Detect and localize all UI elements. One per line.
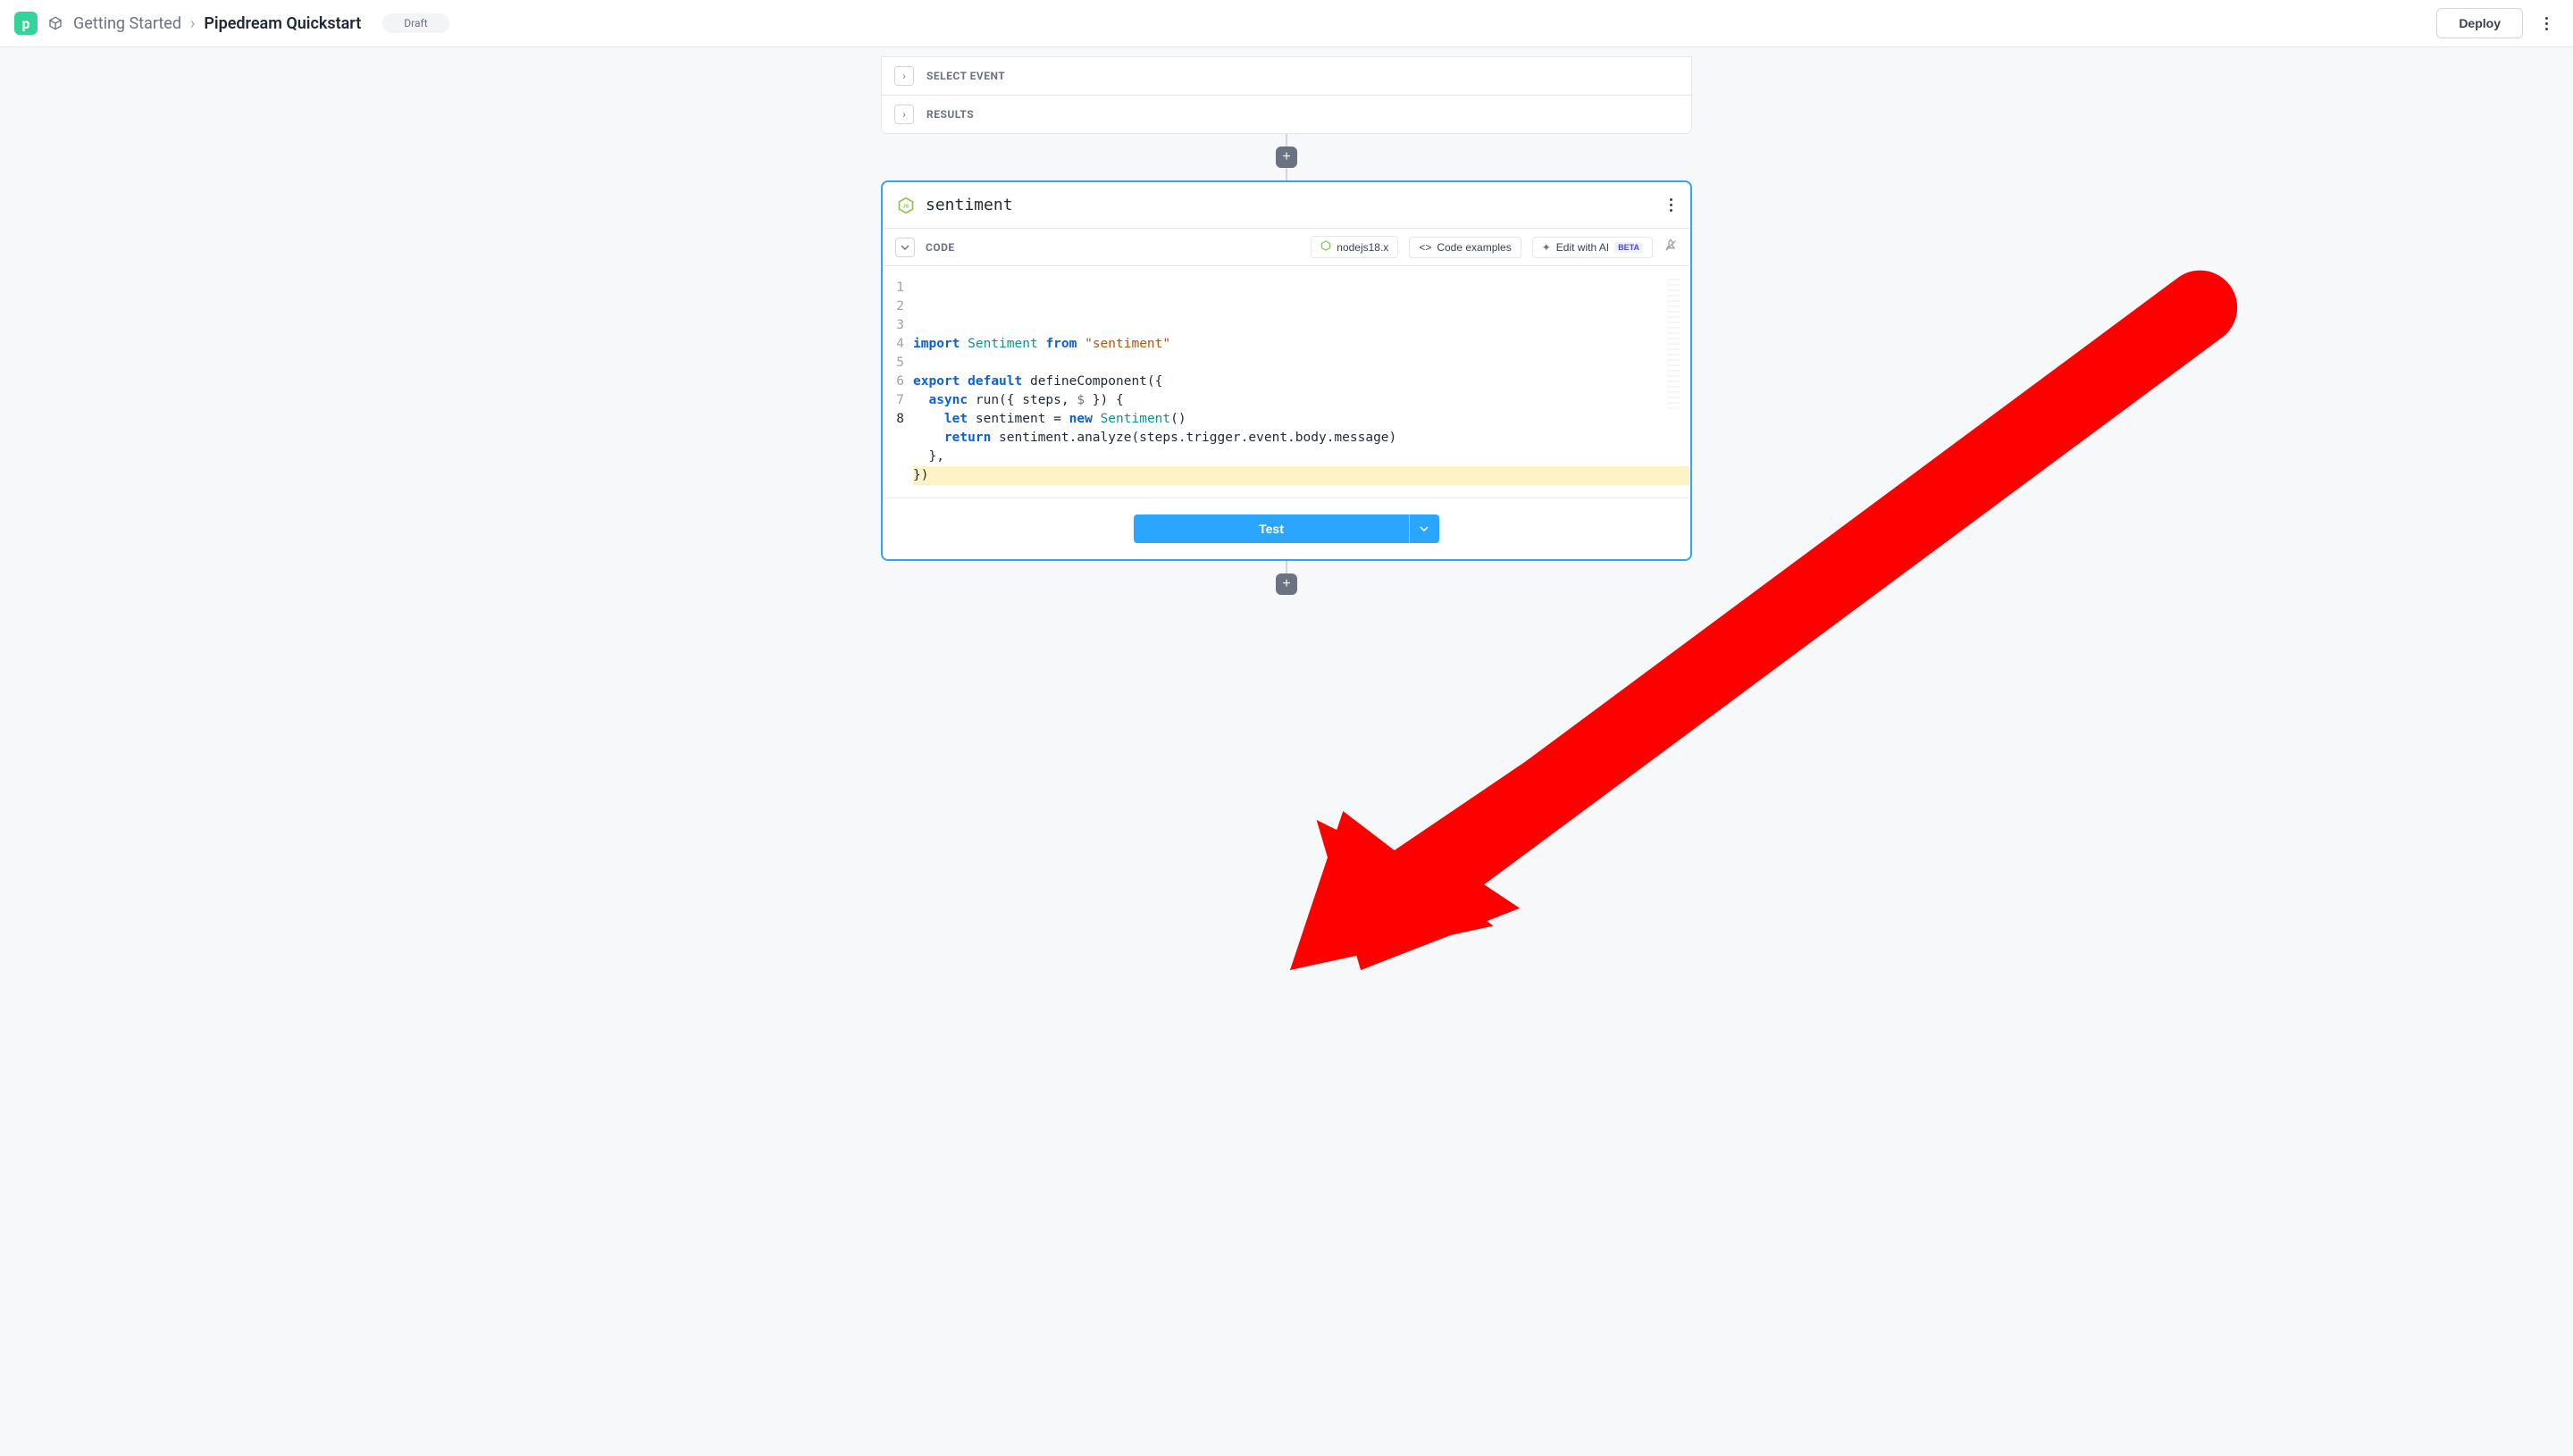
results-row[interactable]: › RESULTS [882, 95, 1691, 133]
add-step-button[interactable]: + [1276, 146, 1297, 168]
svg-text:JS: JS [902, 204, 909, 209]
chevron-right-icon: › [190, 14, 195, 33]
code-examples-label: Code examples [1437, 241, 1511, 254]
expand-icon[interactable]: › [894, 66, 914, 86]
logo-letter: p [22, 15, 30, 32]
collapse-icon[interactable] [895, 238, 915, 257]
deploy-button[interactable]: Deploy [2436, 8, 2523, 38]
edit-ai-chip[interactable]: ✦ Edit with AI BETA [1532, 237, 1653, 258]
app-header: p Getting Started › Pipedream Quickstart… [0, 0, 2573, 47]
code-editor[interactable]: 12345678 import Sentiment from "sentimen… [883, 266, 1690, 498]
breadcrumb: Getting Started › Pipedream Quickstart [73, 14, 361, 33]
pin-icon[interactable] [1664, 238, 1678, 256]
code-icon: <> [1419, 241, 1431, 254]
test-button[interactable]: Test [1134, 515, 1409, 543]
add-step-button[interactable]: + [1276, 573, 1297, 595]
line-gutter: 12345678 [883, 266, 913, 498]
select-event-label: SELECT EVENT [926, 70, 1005, 82]
cube-icon [48, 16, 63, 30]
code-body[interactable]: import Sentiment from "sentiment" export… [913, 266, 1690, 498]
results-label: RESULTS [926, 108, 974, 121]
expand-icon[interactable]: › [894, 105, 914, 124]
step-name[interactable]: sentiment [926, 196, 1013, 214]
edit-ai-label: Edit with AI [1556, 241, 1609, 254]
step-header: JS sentiment [883, 182, 1690, 228]
sparkle-icon: ✦ [1542, 241, 1551, 254]
test-button-group: Test [1134, 515, 1439, 543]
runtime-chip[interactable]: nodejs18.x [1311, 236, 1398, 258]
header-menu-button[interactable] [2534, 12, 2559, 36]
test-dropdown-button[interactable] [1409, 515, 1439, 543]
runtime-label: nodejs18.x [1337, 241, 1388, 254]
breadcrumb-root[interactable]: Getting Started [73, 14, 181, 33]
code-section-label: CODE [926, 241, 955, 254]
step-menu-button[interactable] [1666, 195, 1676, 215]
beta-badge: BETA [1614, 242, 1643, 253]
status-badge: Draft [382, 13, 448, 33]
test-zone: Test [883, 498, 1690, 559]
code-examples-chip[interactable]: <> Code examples [1409, 237, 1521, 258]
code-toolbar: CODE nodejs18.x <> Code examples ✦ Edit … [883, 228, 1690, 266]
logo[interactable]: p [14, 12, 38, 35]
select-event-row[interactable]: › SELECT EVENT [882, 57, 1691, 95]
step-card: JS sentiment CODE nodejs18.x [881, 180, 1692, 561]
nodejs-icon: JS [897, 197, 915, 214]
workflow-canvas: › SELECT EVENT › RESULTS + JS sentiment [0, 47, 2573, 595]
nodejs-icon [1320, 240, 1331, 254]
trigger-card: › SELECT EVENT › RESULTS [881, 56, 1692, 134]
breadcrumb-current: Pipedream Quickstart [204, 14, 361, 33]
